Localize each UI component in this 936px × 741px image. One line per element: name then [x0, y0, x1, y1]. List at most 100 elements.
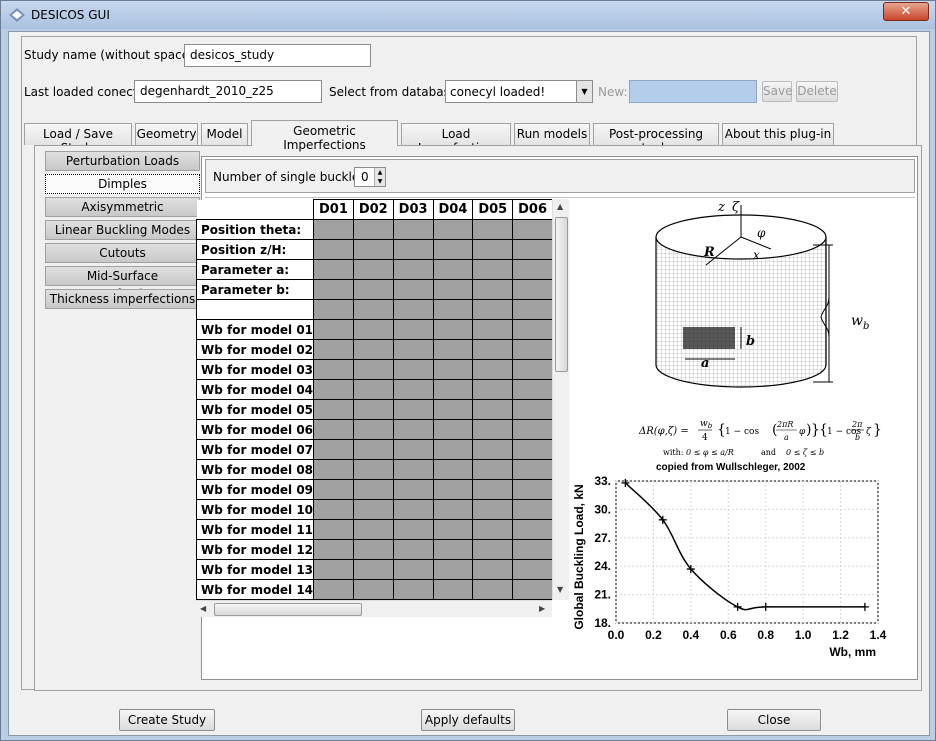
table-cell[interactable]: [352, 259, 394, 280]
table-cell[interactable]: [432, 299, 474, 320]
table-cell[interactable]: [313, 339, 354, 360]
table-cell[interactable]: [313, 399, 354, 420]
close-button[interactable]: Close: [727, 709, 821, 731]
table-cell[interactable]: [472, 299, 514, 320]
table-cell[interactable]: [313, 219, 354, 240]
tab-model[interactable]: Model: [201, 123, 248, 145]
table-cell[interactable]: [392, 259, 434, 280]
table-cell[interactable]: [352, 299, 394, 320]
subtab-perturbation-loads[interactable]: Perturbation Loads: [45, 151, 200, 171]
table-cell[interactable]: [313, 579, 354, 600]
tab-run-models[interactable]: Run models: [514, 123, 590, 145]
table-cell[interactable]: [512, 579, 553, 600]
table-cell[interactable]: [352, 239, 394, 260]
table-cell[interactable]: [313, 459, 354, 480]
table-cell[interactable]: [512, 419, 553, 440]
column-header[interactable]: D03: [392, 199, 434, 220]
table-cell[interactable]: [432, 379, 474, 400]
scroll-up-icon[interactable]: ▲: [557, 202, 563, 211]
row-header[interactable]: Wb for model 14: [195, 579, 315, 600]
table-cell[interactable]: [512, 279, 553, 300]
table-cell[interactable]: [472, 479, 514, 500]
close-window-button[interactable]: ✕: [883, 2, 929, 21]
row-header[interactable]: Wb for model 11: [195, 519, 315, 540]
row-header[interactable]: Wb for model 06: [195, 419, 315, 440]
vertical-scroll-thumb[interactable]: [555, 217, 568, 372]
table-cell[interactable]: [432, 219, 474, 240]
table-cell[interactable]: [472, 379, 514, 400]
row-header[interactable]: Parameter b:: [195, 279, 315, 300]
subtab-cutouts[interactable]: Cutouts: [45, 243, 200, 263]
table-cell[interactable]: [432, 499, 474, 520]
row-header[interactable]: Wb for model 09: [195, 479, 315, 500]
table-cell[interactable]: [472, 499, 514, 520]
row-header[interactable]: Wb for model 03: [195, 359, 315, 380]
table-cell[interactable]: [313, 259, 354, 280]
table-cell[interactable]: [313, 299, 354, 320]
table-cell[interactable]: [352, 339, 394, 360]
table-cell[interactable]: [352, 479, 394, 500]
table-cell[interactable]: [472, 239, 514, 260]
table-cell[interactable]: [313, 239, 354, 260]
column-header[interactable]: D04: [432, 199, 474, 220]
table-cell[interactable]: [472, 219, 514, 240]
table-horizontal-scrollbar[interactable]: ◀ ▶: [196, 600, 552, 617]
table-cell[interactable]: [432, 239, 474, 260]
table-cell[interactable]: [512, 519, 553, 540]
table-cell[interactable]: [392, 379, 434, 400]
table-cell[interactable]: [352, 459, 394, 480]
row-header[interactable]: Wb for model 02: [195, 339, 315, 360]
table-cell[interactable]: [392, 579, 434, 600]
table-cell[interactable]: [313, 379, 354, 400]
table-cell[interactable]: [392, 319, 434, 340]
table-cell[interactable]: [512, 539, 553, 560]
table-cell[interactable]: [313, 319, 354, 340]
row-header[interactable]: Wb for model 10: [195, 499, 315, 520]
table-cell[interactable]: [512, 259, 553, 280]
table-cell[interactable]: [432, 519, 474, 540]
row-header[interactable]: Wb for model 12: [195, 539, 315, 560]
save-button[interactable]: Save: [762, 81, 792, 102]
horizontal-scroll-thumb[interactable]: [214, 603, 362, 616]
table-cell[interactable]: [432, 459, 474, 480]
table-cell[interactable]: [313, 419, 354, 440]
table-cell[interactable]: [392, 479, 434, 500]
table-cell[interactable]: [313, 539, 354, 560]
table-cell[interactable]: [432, 579, 474, 600]
create-study-button[interactable]: Create Study: [119, 709, 215, 731]
table-cell[interactable]: [392, 559, 434, 580]
table-cell[interactable]: [472, 519, 514, 540]
study-name-input[interactable]: desicos_study: [184, 44, 371, 67]
table-cell[interactable]: [432, 439, 474, 460]
subtab-mid-surface-imperfections[interactable]: Mid-Surface Imperfections: [45, 266, 200, 301]
row-header[interactable]: [195, 299, 315, 320]
table-cell[interactable]: [512, 239, 553, 260]
table-cell[interactable]: [313, 479, 354, 500]
table-cell[interactable]: [432, 339, 474, 360]
table-cell[interactable]: [352, 499, 394, 520]
table-cell[interactable]: [392, 279, 434, 300]
column-header[interactable]: D05: [472, 199, 514, 220]
table-cell[interactable]: [392, 299, 434, 320]
table-cell[interactable]: [352, 219, 394, 240]
table-cell[interactable]: [512, 559, 553, 580]
scroll-left-icon[interactable]: ◀: [200, 604, 206, 613]
table-cell[interactable]: [472, 559, 514, 580]
tab-geometry[interactable]: Geometry: [135, 123, 198, 145]
table-cell[interactable]: [512, 479, 553, 500]
table-cell[interactable]: [472, 459, 514, 480]
subtab-thickness-imperfections[interactable]: Thickness imperfections: [45, 289, 200, 309]
row-header[interactable]: Position theta:: [195, 219, 315, 240]
table-cell[interactable]: [392, 459, 434, 480]
tab-about[interactable]: About this plug-in: [722, 123, 834, 145]
tab-geometric-imperfections[interactable]: Geometric Imperfections: [251, 120, 398, 152]
table-cell[interactable]: [352, 519, 394, 540]
subtab-axisymmetric[interactable]: Axisymmetric: [45, 197, 200, 217]
table-cell[interactable]: [392, 419, 434, 440]
table-cell[interactable]: [512, 299, 553, 320]
table-cell[interactable]: [352, 279, 394, 300]
table-cell[interactable]: [352, 319, 394, 340]
table-cell[interactable]: [352, 539, 394, 560]
delete-button[interactable]: Delete: [796, 81, 838, 102]
table-cell[interactable]: [472, 539, 514, 560]
